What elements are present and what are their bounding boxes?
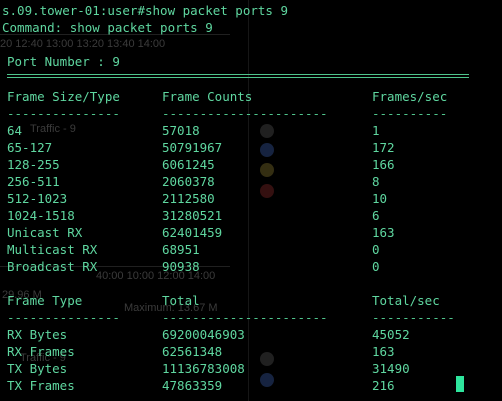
totals-row-total: 47863359 bbox=[162, 378, 223, 393]
frame-row-count: 6061245 bbox=[162, 157, 215, 172]
frame-row-count: 2112580 bbox=[162, 191, 215, 206]
terminal-cursor bbox=[456, 376, 464, 392]
totals-row-rate: 45052 bbox=[372, 327, 410, 342]
frame-row-count: 50791967 bbox=[162, 140, 223, 155]
frame-row-type: 128-255 bbox=[7, 157, 60, 172]
frame-row-type: 512-1023 bbox=[7, 191, 68, 206]
frame-row-rate: 0 bbox=[372, 242, 380, 257]
frame-row-type: 256-511 bbox=[7, 174, 60, 189]
frame-row-type: 64 bbox=[7, 123, 23, 138]
dashes-col1: --------------- bbox=[7, 106, 120, 121]
total-per-sec-header: Total/sec bbox=[372, 293, 440, 308]
frame-row-rate: 172 bbox=[372, 140, 395, 155]
totals-row-rate: 31490 bbox=[372, 361, 410, 376]
totals-row-total: 69200046903 bbox=[162, 327, 245, 342]
totals-row-rate: 163 bbox=[372, 344, 395, 359]
frame-row-count: 68951 bbox=[162, 242, 200, 257]
dashes-col2: ---------------------- bbox=[162, 106, 328, 121]
frame-row-count: 62401459 bbox=[162, 225, 223, 240]
totals-row-rate: 216 bbox=[372, 378, 395, 393]
frame-row-type: 65-127 bbox=[7, 140, 53, 155]
header-rule bbox=[7, 74, 469, 78]
frame-row-count: 2060378 bbox=[162, 174, 215, 189]
frame-size-type-header: Frame Size/Type bbox=[7, 89, 120, 104]
prompt-line: s.09.tower-01:user#show packet ports 9 bbox=[2, 3, 288, 18]
frame-row-rate: 166 bbox=[372, 157, 395, 172]
totals-row-total: 11136783008 bbox=[162, 361, 245, 376]
totals-dashes-col1: --------------- bbox=[7, 310, 120, 325]
dashes-col3: ---------- bbox=[372, 106, 448, 121]
frame-row-type: Unicast RX bbox=[7, 225, 83, 240]
frame-row-type: Broadcast RX bbox=[7, 259, 98, 274]
totals-dashes-col3: ----------- bbox=[372, 310, 455, 325]
frame-type-header: Frame Type bbox=[7, 293, 83, 308]
frame-row-type: 1024-1518 bbox=[7, 208, 75, 223]
frames-per-sec-header: Frames/sec bbox=[372, 89, 448, 104]
totals-row-type: TX Bytes bbox=[7, 361, 68, 376]
terminal-window[interactable]: s.09.tower-01:user#show packet ports 9 C… bbox=[0, 0, 502, 401]
port-number-line: Port Number : 9 bbox=[7, 54, 120, 69]
frame-row-rate: 0 bbox=[372, 259, 380, 274]
totals-row-total: 62561348 bbox=[162, 344, 223, 359]
total-header: Total bbox=[162, 293, 200, 308]
frame-row-count: 90938 bbox=[162, 259, 200, 274]
command-line: Command: show packet ports 9 bbox=[2, 20, 213, 35]
totals-row-type: RX Frames bbox=[7, 344, 75, 359]
frame-row-rate: 10 bbox=[372, 191, 388, 206]
frame-row-count: 57018 bbox=[162, 123, 200, 138]
totals-row-type: RX Bytes bbox=[7, 327, 68, 342]
frame-row-count: 31280521 bbox=[162, 208, 223, 223]
totals-dashes-col2: ---------------------- bbox=[162, 310, 328, 325]
frame-row-type: Multicast RX bbox=[7, 242, 98, 257]
frame-row-rate: 8 bbox=[372, 174, 380, 189]
frame-row-rate: 163 bbox=[372, 225, 395, 240]
totals-row-type: TX Frames bbox=[7, 378, 75, 393]
frame-counts-header: Frame Counts bbox=[162, 89, 253, 104]
frame-row-rate: 6 bbox=[372, 208, 380, 223]
frame-row-rate: 1 bbox=[372, 123, 380, 138]
